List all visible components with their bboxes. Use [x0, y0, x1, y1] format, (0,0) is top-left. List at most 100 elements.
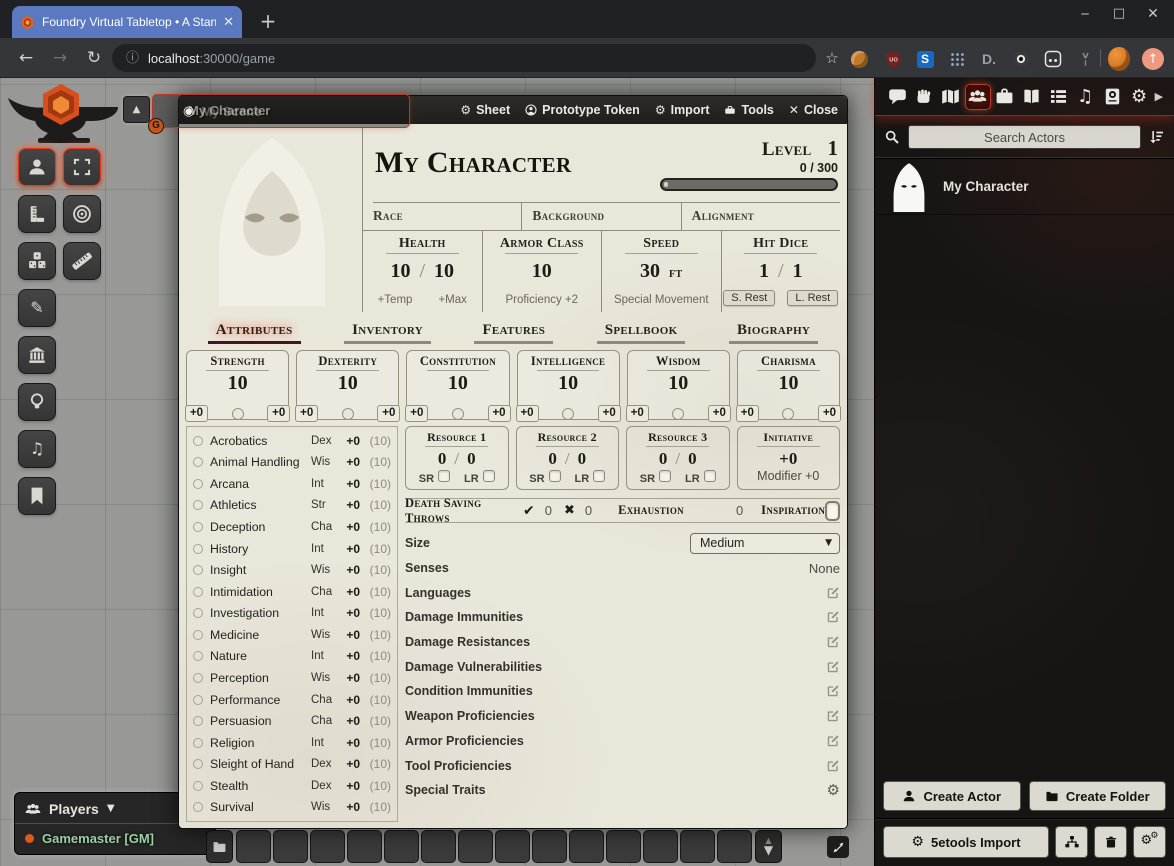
initiative-value[interactable]: +0	[738, 449, 840, 469]
hd-current[interactable]: 1	[759, 260, 769, 283]
resource-value[interactable]: 0	[659, 449, 668, 469]
sort-icon[interactable]	[1149, 129, 1165, 145]
tab-settings[interactable]: ⚙	[1126, 84, 1152, 110]
proficiency-ring[interactable]	[452, 408, 464, 420]
edit-icon[interactable]	[826, 610, 840, 624]
short-rest-checkbox[interactable]	[438, 470, 450, 482]
sheet-button[interactable]: ⚙Sheet	[460, 103, 510, 117]
ability-score[interactable]: 10	[518, 372, 619, 395]
proficiency-ring[interactable]	[782, 408, 794, 420]
drawings-tool[interactable]: ✎	[18, 289, 56, 327]
stylus-extension-icon[interactable]: S	[914, 48, 936, 70]
skill-row-history[interactable]: HistoryInt+0(10)	[193, 538, 391, 560]
config-gear-icon[interactable]: ⚙	[827, 783, 840, 798]
proficiency-ring[interactable]	[562, 408, 574, 420]
ability-save[interactable]: +0	[488, 405, 511, 422]
search-input[interactable]	[908, 125, 1141, 149]
tab-biography[interactable]: Biography	[729, 322, 818, 344]
measure-tool[interactable]	[18, 195, 56, 233]
window-minimize-button[interactable]: ─	[1068, 0, 1102, 30]
long-rest-checkbox[interactable]	[593, 470, 605, 482]
ability-modifier[interactable]: +0	[295, 405, 318, 422]
template-tool[interactable]	[63, 195, 101, 233]
ability-wisdom[interactable]: Wisdom10+0+0	[627, 350, 730, 420]
macro-slot[interactable]	[643, 830, 678, 863]
level-value[interactable]: 1	[828, 136, 839, 161]
macro-slot[interactable]	[421, 830, 456, 863]
select-targets-tool[interactable]	[63, 148, 101, 186]
alignment-field[interactable]: Alignment	[681, 203, 840, 230]
new-tab-button[interactable]: +	[256, 10, 280, 34]
inspiration-checkbox[interactable]	[825, 501, 840, 521]
macro-folder-button[interactable]	[206, 830, 233, 863]
ability-modifier[interactable]: +0	[736, 405, 759, 422]
ability-save[interactable]: +0	[818, 405, 841, 422]
edit-icon[interactable]	[826, 734, 840, 748]
skill-row-acrobatics[interactable]: AcrobaticsDex+0(10)	[193, 430, 391, 452]
hp-temp-label[interactable]: +Temp	[378, 294, 413, 306]
edit-icon[interactable]	[826, 586, 840, 600]
ability-save[interactable]: +0	[708, 405, 731, 422]
reload-button[interactable]: ↻	[82, 47, 106, 71]
ability-save[interactable]: +0	[267, 405, 290, 422]
hp-tempmax-label[interactable]: +Max	[438, 294, 466, 306]
character-portrait[interactable]	[186, 132, 358, 308]
sounds-tool[interactable]: ♫	[18, 430, 56, 468]
proficiency-ring[interactable]	[193, 781, 203, 791]
proficiency-ring[interactable]	[193, 479, 203, 489]
lighting-tool[interactable]	[18, 383, 56, 421]
proficiency-ring[interactable]	[193, 802, 203, 812]
long-rest-button[interactable]: L. Rest	[787, 290, 838, 306]
death-success-icon[interactable]: ✔	[523, 504, 535, 518]
ability-score[interactable]: 10	[297, 372, 398, 395]
proficiency-ring[interactable]	[193, 651, 203, 661]
macro-slot[interactable]	[717, 830, 752, 863]
long-rest-checkbox[interactable]	[483, 470, 495, 482]
proficiency-ring[interactable]	[193, 544, 203, 554]
folder-tree-button[interactable]	[1055, 826, 1088, 858]
window-resize-handle[interactable]	[827, 836, 849, 858]
proficiency-ring[interactable]	[193, 738, 203, 748]
proficiency-ring[interactable]	[193, 565, 203, 575]
edit-icon[interactable]	[826, 684, 840, 698]
skill-row-athletics[interactable]: AthleticsStr+0(10)	[193, 495, 391, 517]
ability-strength[interactable]: Strength10+0+0	[186, 350, 289, 420]
macro-slot[interactable]	[569, 830, 604, 863]
ability-modifier[interactable]: +0	[185, 405, 208, 422]
long-rest-checkbox[interactable]	[704, 470, 716, 482]
back-button[interactable]: ←	[14, 47, 38, 71]
create-actor-button[interactable]: Create Actor	[883, 781, 1021, 811]
edit-icon[interactable]	[826, 759, 840, 773]
scene-nav-item[interactable]: ◉ My Scene G	[152, 94, 410, 128]
macro-slot[interactable]	[310, 830, 345, 863]
oo-box-extension-icon[interactable]	[1042, 48, 1064, 70]
dots-grid-extension-icon[interactable]	[946, 48, 968, 70]
create-folder-button[interactable]: Create Folder	[1029, 781, 1167, 811]
walls-tool[interactable]	[18, 336, 56, 374]
skill-row-deception[interactable]: DeceptionCha+0(10)	[193, 516, 391, 538]
hp-current[interactable]: 10	[390, 260, 410, 283]
speed-value[interactable]: 30	[640, 260, 660, 283]
hp-max[interactable]: 10	[434, 260, 454, 283]
import-button[interactable]: ⚙Import	[655, 103, 710, 117]
death-fail-count[interactable]: 0	[585, 503, 592, 518]
tab-spellbook[interactable]: Spellbook	[597, 322, 686, 344]
tab-tables[interactable]	[1045, 84, 1071, 110]
actor-list-item[interactable]: My Character	[875, 159, 1174, 215]
tab-chat[interactable]	[884, 84, 910, 110]
ability-score[interactable]: 10	[187, 372, 288, 395]
ac-value[interactable]: 10	[532, 260, 552, 283]
edit-icon[interactable]	[826, 709, 840, 723]
delete-button[interactable]	[1094, 826, 1127, 858]
ability-save[interactable]: +0	[377, 405, 400, 422]
skill-row-performance[interactable]: PerformanceCha+0(10)	[193, 689, 391, 711]
skill-row-investigation[interactable]: InvestigationInt+0(10)	[193, 603, 391, 625]
tab-features[interactable]: Features	[474, 322, 553, 344]
eye-extension-icon[interactable]	[1010, 48, 1032, 70]
proficiency-ring[interactable]	[672, 408, 684, 420]
skill-row-intimidation[interactable]: IntimidationCha+0(10)	[193, 581, 391, 603]
window-maximize-button[interactable]: □	[1102, 0, 1136, 30]
forward-button[interactable]: →	[48, 47, 72, 71]
prototype-token-button[interactable]: Prototype Token	[525, 103, 640, 117]
url-bar[interactable]: ⓘ localhost:30000/game	[112, 44, 816, 72]
